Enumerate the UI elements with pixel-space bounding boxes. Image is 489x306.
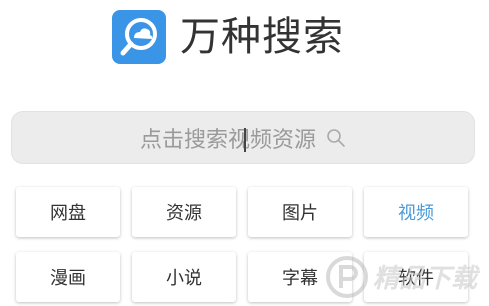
app-title: 万种搜索 bbox=[180, 14, 344, 60]
search-icon[interactable] bbox=[326, 128, 346, 148]
category-button-resources[interactable]: 资源 bbox=[132, 187, 236, 237]
search-input[interactable]: 点击搜索视频资源 bbox=[11, 111, 475, 164]
category-button-video[interactable]: 视频 bbox=[364, 187, 468, 237]
search-placeholder: 点击搜索视频资源 bbox=[139, 127, 316, 153]
category-button-novels[interactable]: 小说 bbox=[132, 252, 236, 302]
text-cursor bbox=[244, 128, 246, 152]
app-header: 万种搜索 bbox=[112, 9, 344, 65]
category-button-images[interactable]: 图片 bbox=[248, 187, 352, 237]
category-button-comics[interactable]: 漫画 bbox=[16, 252, 120, 302]
watermark-logo-icon: 精品下载 bbox=[325, 252, 485, 302]
category-button-netdisk[interactable]: 网盘 bbox=[16, 187, 120, 237]
search-cloud-icon bbox=[112, 10, 166, 64]
watermark-text: 精品下载 bbox=[373, 264, 481, 294]
